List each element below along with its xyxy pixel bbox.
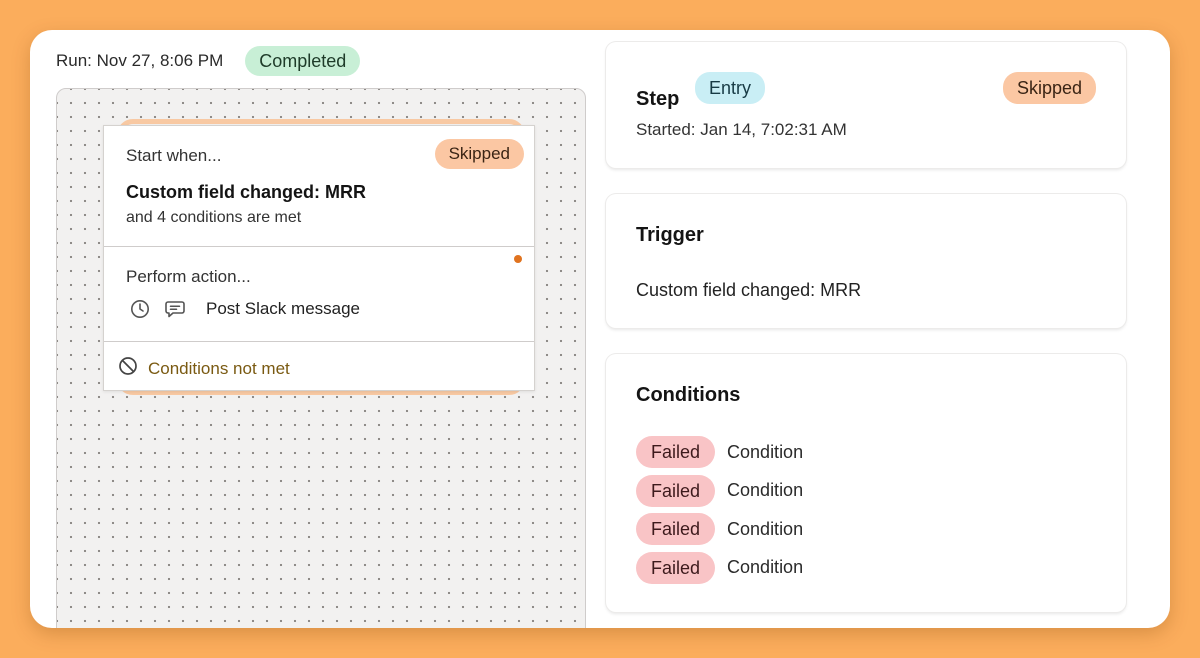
step-panel: Step Entry Skipped Started: Jan 14, 7:02… [606, 42, 1126, 168]
workflow-node[interactable]: Start when... Skipped Custom field chang… [103, 125, 535, 391]
step-status-badge: Skipped [1002, 72, 1096, 104]
run-status-badge: Completed [245, 46, 361, 76]
trigger-panel: Trigger Custom field changed: MRR [606, 194, 1126, 328]
run-header: Run: Nov 27, 8:06 PM Completed [56, 46, 361, 76]
condition-status-badge: Failed [636, 436, 716, 468]
condition-row[interactable]: Failed Condition [636, 551, 804, 584]
workflow-canvas[interactable]: Start when... Skipped Custom field chang… [56, 88, 586, 628]
condition-label: Condition [727, 480, 804, 500]
perform-action-label: Perform action... [126, 267, 251, 286]
run-timestamp: Run: Nov 27, 8:06 PM [56, 51, 224, 70]
conditions-panel: Conditions Failed Condition Failed Condi… [606, 354, 1126, 612]
start-when-label: Start when... [126, 146, 222, 165]
step-started-time: Started: Jan 14, 7:02:31 AM [636, 120, 847, 139]
node-status-badge: Skipped [434, 139, 524, 169]
condition-row[interactable]: Failed Condition [636, 436, 803, 468]
node-conditions-section[interactable]: Conditions not met [104, 342, 534, 390]
no-entry-icon [118, 356, 138, 381]
action-row[interactable]: Post Slack message [130, 299, 360, 319]
node-trigger-title: Custom field changed: MRR [126, 182, 367, 202]
chat-bubble-icon [164, 299, 186, 319]
node-trigger-subtitle: and 4 conditions are met [126, 209, 302, 226]
action-indicator-dot [514, 255, 522, 263]
condition-label: Condition [727, 441, 804, 462]
clock-icon [130, 299, 150, 319]
conditions-panel-title: Conditions [636, 384, 741, 406]
condition-row[interactable]: Failed Condition [636, 474, 804, 507]
condition-row[interactable]: Failed Condition [636, 513, 803, 545]
condition-label: Condition [727, 557, 804, 577]
run-details-window: Run: Nov 27, 8:06 PM Completed Start whe… [30, 30, 1170, 628]
conditions-status-text: Conditions not met [148, 358, 290, 378]
node-action-section[interactable]: Perform action... Post Slack message [104, 247, 534, 342]
action-text: Post Slack message [206, 299, 361, 318]
condition-status-badge: Failed [636, 474, 716, 507]
condition-status-badge: Failed [636, 513, 716, 545]
conditions-status-row: Conditions not met [118, 356, 290, 381]
step-type-badge: Entry [695, 72, 766, 104]
trigger-panel-title: Trigger [636, 224, 704, 246]
conditions-list: Failed Condition Failed Condition Failed… [636, 436, 803, 590]
trigger-panel-value: Custom field changed: MRR [636, 280, 862, 300]
node-trigger-section[interactable]: Start when... Skipped Custom field chang… [104, 126, 534, 247]
condition-status-badge: Failed [636, 551, 716, 584]
condition-label: Condition [727, 518, 804, 539]
step-title: Step [636, 88, 680, 110]
